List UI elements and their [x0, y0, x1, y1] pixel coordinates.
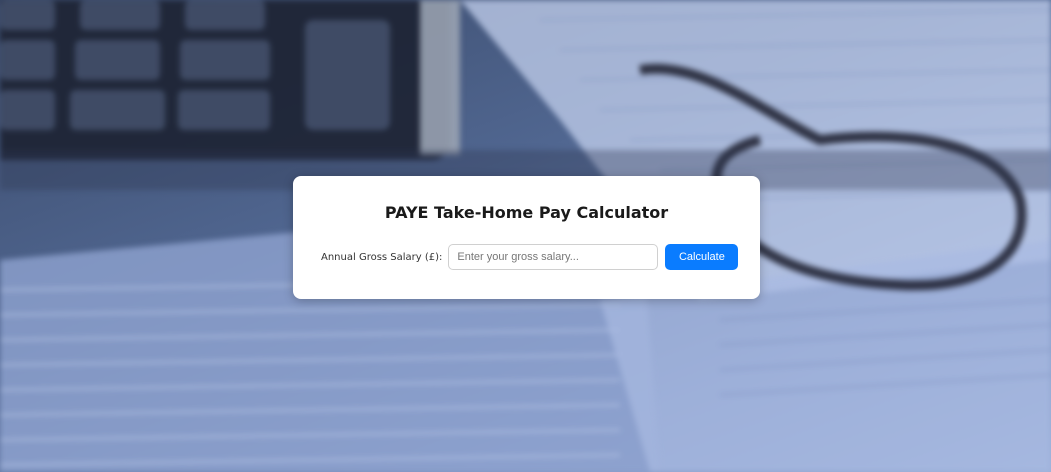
calculate-button[interactable]: Calculate: [665, 244, 739, 270]
calculator-card: PAYE Take-Home Pay Calculator Annual Gro…: [293, 176, 760, 299]
salary-label: Annual Gross Salary (£):: [321, 251, 443, 263]
salary-form-row: Annual Gross Salary (£): Calculate: [321, 244, 739, 270]
page-title: PAYE Take-Home Pay Calculator: [384, 203, 669, 222]
salary-input[interactable]: [448, 244, 659, 270]
